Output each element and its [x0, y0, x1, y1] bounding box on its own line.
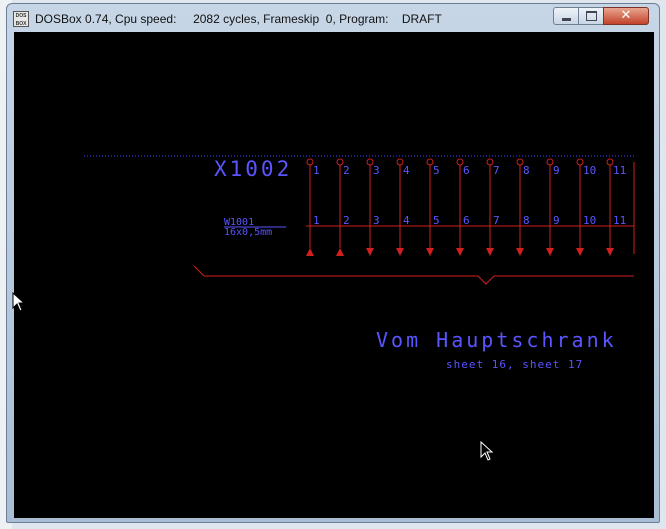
arrow-down-icon — [426, 248, 434, 256]
sheet-reference: sheet 16, sheet 17 — [446, 358, 583, 371]
pin-number-top: 1 — [313, 164, 320, 177]
destination-label: Vom Hauptschrank — [376, 328, 617, 352]
pin-number-top: 5 — [433, 164, 440, 177]
pin-number-bottom: 8 — [523, 214, 530, 227]
pin-number-bottom: 5 — [433, 214, 440, 227]
arrow-up-icon — [336, 248, 344, 256]
cable-spec: 16x0,5mm — [224, 227, 272, 238]
arrow-down-icon — [546, 248, 554, 256]
window-title: DOSBox 0.74, Cpu speed: 2082 cycles, Fra… — [35, 12, 442, 26]
dos-screen[interactable]: X1002 W1001 16x0,5mm 1122334455667788991… — [14, 32, 654, 518]
pin-number-top: 10 — [583, 164, 596, 177]
pin-number-top: 6 — [463, 164, 470, 177]
pin-number-bottom: 7 — [493, 214, 500, 227]
cable-bracket — [193, 265, 634, 285]
dosbox-window[interactable]: DOS BOX DOSBox 0.74, Cpu speed: 2082 cyc… — [6, 3, 660, 523]
arrow-cursor-icon — [480, 440, 494, 461]
close-icon: ✕ — [620, 8, 632, 23]
arrow-down-icon — [516, 248, 524, 256]
pin-number-top: 4 — [403, 164, 410, 177]
pin-number-top: 3 — [373, 164, 380, 177]
pin-number-top: 2 — [343, 164, 350, 177]
arrow-cursor-icon — [12, 292, 26, 312]
pin-number-top: 8 — [523, 164, 530, 177]
minimize-icon — [561, 17, 571, 21]
pin-number-bottom: 9 — [553, 214, 560, 227]
pin-number-bottom: 4 — [403, 214, 410, 227]
title-bar[interactable]: DOS BOX DOSBox 0.74, Cpu speed: 2082 cyc… — [7, 4, 659, 34]
connector-label: X1002 — [214, 157, 292, 181]
arrow-up-icon — [306, 248, 314, 256]
pin-number-top: 11 — [613, 164, 626, 177]
minimize-button[interactable] — [553, 7, 579, 25]
pin-number-bottom: 6 — [463, 214, 470, 227]
pin-number-top: 9 — [553, 164, 560, 177]
pin-number-bottom: 10 — [583, 214, 596, 227]
cad-drawing[interactable]: X1002 W1001 16x0,5mm 1122334455667788991… — [14, 32, 654, 518]
arrow-down-icon — [606, 248, 614, 256]
pin-number-bottom: 3 — [373, 214, 380, 227]
pin-number-top: 7 — [493, 164, 500, 177]
dosbox-app-icon[interactable]: DOS BOX — [13, 11, 29, 27]
arrow-down-icon — [456, 248, 464, 256]
pin-number-bottom: 2 — [343, 214, 350, 227]
maximize-icon — [585, 11, 597, 21]
arrow-down-icon — [576, 248, 584, 256]
arrow-down-icon — [366, 248, 374, 256]
wire-group: 11223344556677889910101111 — [306, 158, 626, 256]
arrow-down-icon — [486, 248, 494, 256]
maximize-button[interactable] — [578, 7, 604, 25]
pin-number-bottom: 1 — [313, 214, 320, 227]
arrow-down-icon — [396, 248, 404, 256]
pin-number-bottom: 11 — [613, 214, 626, 227]
close-button[interactable]: ✕ — [603, 7, 649, 25]
